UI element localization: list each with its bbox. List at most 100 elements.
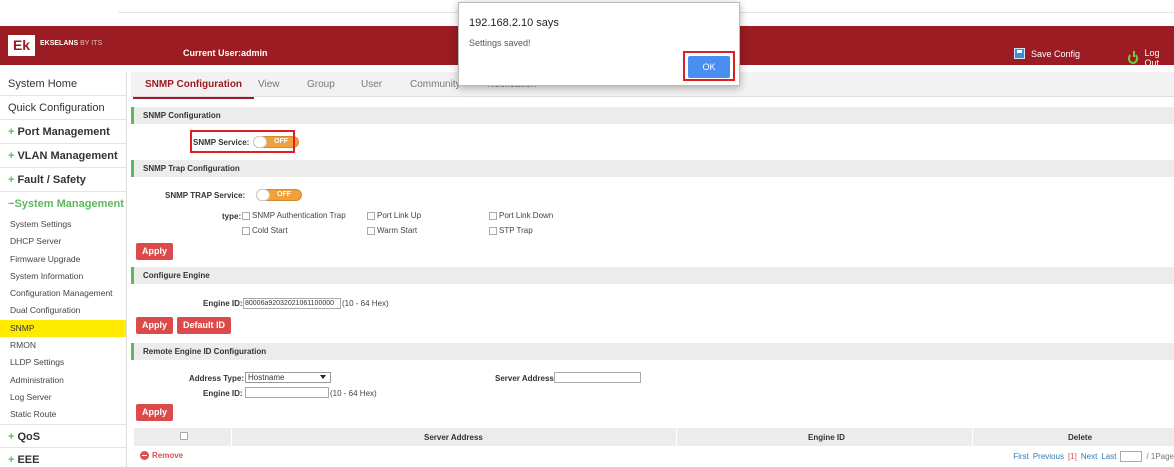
sidebar-item-vlan-management[interactable]: + VLAN Management [0,144,126,168]
sidebar-sub-log-server[interactable]: Log Server [0,389,126,406]
remote-engine-id-input[interactable] [245,387,329,398]
power-icon [1128,50,1139,64]
page-input[interactable] [1120,451,1143,462]
tab-user[interactable]: User [361,79,382,90]
tab-community[interactable]: Community [410,79,461,90]
sidebar-sub-configuration-management[interactable]: Configuration Management [0,285,126,302]
trap-type-warm-start[interactable]: Warm Start [367,226,417,235]
toggle-state: OFF [277,191,291,198]
sidebar-sub-dhcp-server[interactable]: DHCP Server [0,233,126,250]
logout-button[interactable]: Log Out [1128,48,1174,68]
sidebar-sub-static-route[interactable]: Static Route [0,406,126,423]
sidebar-item-fault-safety[interactable]: + Fault / Safety [0,168,126,192]
trap-type-cold-start[interactable]: Cold Start [242,226,288,235]
sidebar-item-eee[interactable]: + EEE [0,448,126,467]
sidebar-item-system-management[interactable]: −System Management [0,192,126,216]
sidebar-sub-system-settings[interactable]: System Settings [0,216,126,233]
section-snmp-trap-configuration: SNMP Trap Configuration [131,160,1174,177]
snmp-trap-service-toggle[interactable]: OFF [256,189,302,201]
snmp-trap-service-label: SNMP TRAP Service: [165,191,246,200]
dialog-message: Settings saved! [469,38,531,48]
pager-current: [1] [1067,452,1077,461]
sidebar-sub-firmware-upgrade[interactable]: Firmware Upgrade [0,251,126,268]
checkbox[interactable] [489,211,497,220]
toggle-knob [256,189,270,201]
tab-snmp-configuration[interactable]: SNMP Configuration [132,79,255,99]
checkbox-label: SNMP Authentication Trap [252,211,346,220]
plus-icon: + [8,453,15,466]
sidebar-item-port-management[interactable]: + Port Management [0,120,126,144]
tab-view[interactable]: View [258,79,280,90]
table-header: Server Address Engine ID Delete [134,428,1174,446]
sidebar-sub-administration[interactable]: Administration [0,372,126,389]
checkbox[interactable] [367,226,375,235]
pager-previous[interactable]: Previous [1033,452,1064,461]
pager-next[interactable]: Next [1081,452,1097,461]
address-type-label: Address Type: [189,374,244,383]
save-config-label: Save Config [1031,48,1081,59]
sidebar-item-label: System Home [8,78,78,90]
address-type-value: Hostname [248,373,285,382]
remove-button[interactable]: Remove [140,451,183,460]
column-divider [231,428,232,446]
checkbox-label: Warm Start [377,226,418,235]
sidebar-sub-rmon[interactable]: RMON [0,337,126,354]
brand-sub: BY ITS [80,40,103,47]
trap-type-port-link-up[interactable]: Port Link Up [367,211,421,220]
tab-group[interactable]: Group [307,79,335,90]
checkbox[interactable] [180,432,188,440]
trap-type-label: type: [222,212,242,221]
table-footer: Remove First Previous [1] Next Last / 1P… [134,448,1174,464]
pager-first[interactable]: First [1013,452,1029,461]
checkbox[interactable] [242,211,250,220]
pager-last[interactable]: Last [1101,452,1116,461]
alert-dialog: 192.168.2.10 says Settings saved! OK [458,2,740,86]
engine-apply-button[interactable]: Apply [136,317,174,334]
sidebar-sub-lldp-settings[interactable]: LLDP Settings [0,354,126,371]
server-address-input[interactable] [554,372,641,383]
checkbox-label: Cold Start [252,226,288,235]
checkbox[interactable] [242,226,250,235]
server-address-label: Server Address: [495,374,557,383]
sidebar-item-qos[interactable]: + QoS [0,423,126,448]
checkbox[interactable] [489,226,497,235]
trap-type-stp-trap[interactable]: STP Trap [489,226,533,235]
select-all-checkbox[interactable] [180,432,188,440]
sidebar-item-label: VLAN Management [17,150,118,162]
remote-engine-id-hint: (10 - 64 Hex) [330,389,377,398]
logo: Ek [8,35,35,56]
checkbox[interactable] [367,211,375,220]
save-config-button[interactable]: Save Config [1014,48,1080,59]
engine-id-hint: (10 - 64 Hex) [342,299,389,308]
sidebar-sub-snmp[interactable]: SNMP [0,319,126,338]
sidebar-item-quick-configuration[interactable]: Quick Configuration [0,96,126,120]
trap-apply-button[interactable]: Apply [136,243,174,260]
plus-icon: + [8,430,15,443]
default-id-button[interactable]: Default ID [177,317,232,334]
pager-total: / 1Page [1146,452,1174,461]
remove-label: Remove [152,451,184,460]
column-delete: Delete [1068,433,1093,442]
column-divider [676,428,677,446]
trap-type-snmp-auth[interactable]: SNMP Authentication Trap [242,211,346,220]
sidebar-sub-system-information[interactable]: System Information [0,268,126,285]
sidebar-item-label: QoS [17,430,41,443]
chevron-down-icon [320,375,326,379]
remote-apply-button[interactable]: Apply [136,404,174,421]
address-type-select[interactable]: Hostname [245,372,331,383]
ok-button[interactable]: OK [688,56,730,78]
trap-type-port-link-down[interactable]: Port Link Down [489,211,553,220]
sidebar-item-system-home[interactable]: System Home [0,72,126,96]
brand-name: EKSELANS BY ITS [40,40,102,47]
sidebar-item-label: EEE [17,453,40,466]
highlight-box [190,130,295,153]
engine-id-input[interactable]: 80006a92032021061100000 [243,298,341,309]
sidebar-sub-dual-configuration[interactable]: Dual Configuration [0,302,126,319]
sidebar-item-label: System Management [14,198,124,210]
pagination: First Previous [1] Next Last / 1Page [1013,451,1174,462]
sidebar: System Home Quick Configuration + Port Ma… [0,72,127,467]
sidebar-item-label: Port Management [17,126,110,138]
sidebar-item-label: Quick Configuration [8,102,105,114]
section-remote-engine-id: Remote Engine ID Configuration [131,343,1174,360]
minus-circle-icon [140,451,149,460]
